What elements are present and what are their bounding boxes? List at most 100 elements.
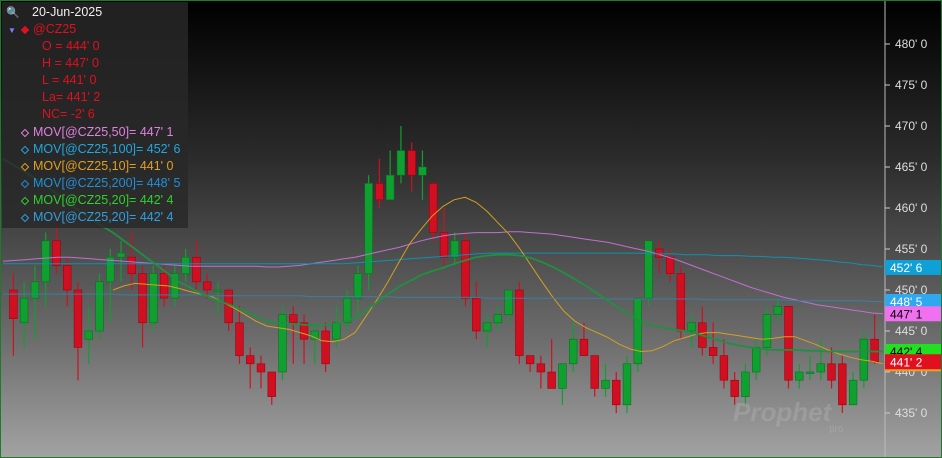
candle-body [536,363,546,373]
ohlc-low: L = 441' 0 [42,73,97,87]
candle-body [95,281,104,332]
candle-body [708,347,718,356]
candle-body [472,297,481,332]
candle-body [385,174,395,201]
candle-body [719,355,729,381]
candle-body [353,273,363,299]
candle-body [870,338,879,363]
legend-item-text: MOV[@CZ25,10]= 441' 0 [33,159,174,173]
price-label-text: 447' 1 [890,307,923,321]
candle-body [213,289,223,292]
candle-body [665,256,675,274]
candle-body [407,150,416,176]
legend-symbol-text: @CZ25 [33,22,77,36]
candle-body [827,363,836,381]
candle-body [289,314,298,324]
y-tick-label: 435' 0 [895,406,928,420]
candle-body [730,379,739,397]
y-tick-label: 480' 0 [895,37,928,51]
ma-line [112,196,884,365]
candle-body [579,338,589,356]
candle-body [149,273,158,324]
candle-body [795,371,804,381]
candle-body [493,314,503,324]
candle-body [202,281,212,291]
candle-body [644,240,653,299]
ohlc-last: La= 441' 2 [42,90,101,104]
candle-body [676,273,686,332]
candle-body [601,379,610,389]
candle-body [655,248,664,258]
candle-body [504,289,513,315]
candle-body [256,363,266,373]
legend-item-text: MOV[@CZ25,20]= 442' 4 [33,210,174,224]
candle-body [752,347,761,373]
candle-body [429,183,438,233]
candle-body [450,240,459,258]
legend-diamond-icon [20,162,30,172]
collapse-triangle-icon[interactable]: ▼ [8,22,16,39]
candle-body [52,240,61,266]
candle-body [515,289,524,356]
candle-body [63,265,72,291]
ohlc-net-change: NC= -2' 6 [42,107,95,121]
watermark-logo: Prophet [733,397,832,427]
price-label-text: 452' 6 [890,261,923,275]
chart-window[interactable]: 480' 0 475' 0 470' 0 465' 0 460' 0 455' 0 450'… [0,0,942,458]
candle-body [84,330,93,340]
legend-item[interactable]: MOV[@CZ25,10]= 441' 0 [20,158,174,175]
candle-body [687,322,696,332]
candle-body [741,371,750,397]
candle-body [73,289,83,348]
legend-item-text: MOV[@CZ25,20]= 442' 4 [33,193,174,207]
candle-body [396,150,406,176]
y-tick-label: 445' 0 [895,324,928,338]
candle-body [525,355,535,365]
watermark-sub: pro [829,424,844,435]
legend-item[interactable]: MOV[@CZ25,50]= 447' 1 [20,124,174,141]
candle-body [848,379,858,406]
candle-body [805,371,815,374]
candle-body [267,371,276,397]
candle-body [192,256,201,283]
y-tick-label: 470' 0 [895,119,928,133]
legend-diamond-icon [20,196,30,206]
legend-item[interactable]: MOV[@CZ25,100]= 452' 6 [20,141,180,158]
candle-body [418,166,427,176]
magnifier-icon[interactable]: 🔍 [6,5,20,22]
candle-body [375,183,384,201]
y-tick-label: 460' 0 [895,201,928,215]
symbol-diamond-icon [20,25,30,35]
legend-diamond-icon [20,213,30,223]
candle-body [569,338,578,365]
legend-panel: 🔍 ▼ 20-Jun-2025 @CZ25 O = 444' 0 H = 447… [2,2,188,228]
candle-body [762,314,772,348]
legend-item-text: MOV[@CZ25,200]= 448' 5 [33,176,181,190]
candle-body [784,306,793,381]
candle-body [590,355,599,389]
candle-body [838,363,847,406]
ohlc-high: H = 447' 0 [42,56,99,70]
legend-item[interactable]: MOV[@CZ25,200]= 448' 5 [20,175,181,192]
candle-body [138,273,147,324]
legend-item[interactable]: MOV[@CZ25,20]= 442' 4 [20,192,174,209]
ma-line [3,293,883,302]
candle-body [622,363,632,406]
candle-body [246,355,255,365]
candle-body [816,363,825,373]
candle-body [30,281,40,299]
legend-item[interactable]: MOV[@CZ25,20]= 442' 4 [20,209,174,226]
candle-body [633,297,642,365]
ohlc-open: O = 444' 0 [42,39,100,53]
candle-body [558,363,567,389]
candle-body [612,379,621,406]
candle-body [482,322,492,332]
candle-body [547,371,556,389]
legend-diamond-icon [20,128,30,138]
candle-body [127,256,136,274]
legend-diamond-icon [20,145,30,155]
legend-symbol: @CZ25 [20,21,77,38]
legend-diamond-icon [20,179,30,189]
candle-body [41,240,50,283]
y-tick-label: 465' 0 [895,160,928,174]
